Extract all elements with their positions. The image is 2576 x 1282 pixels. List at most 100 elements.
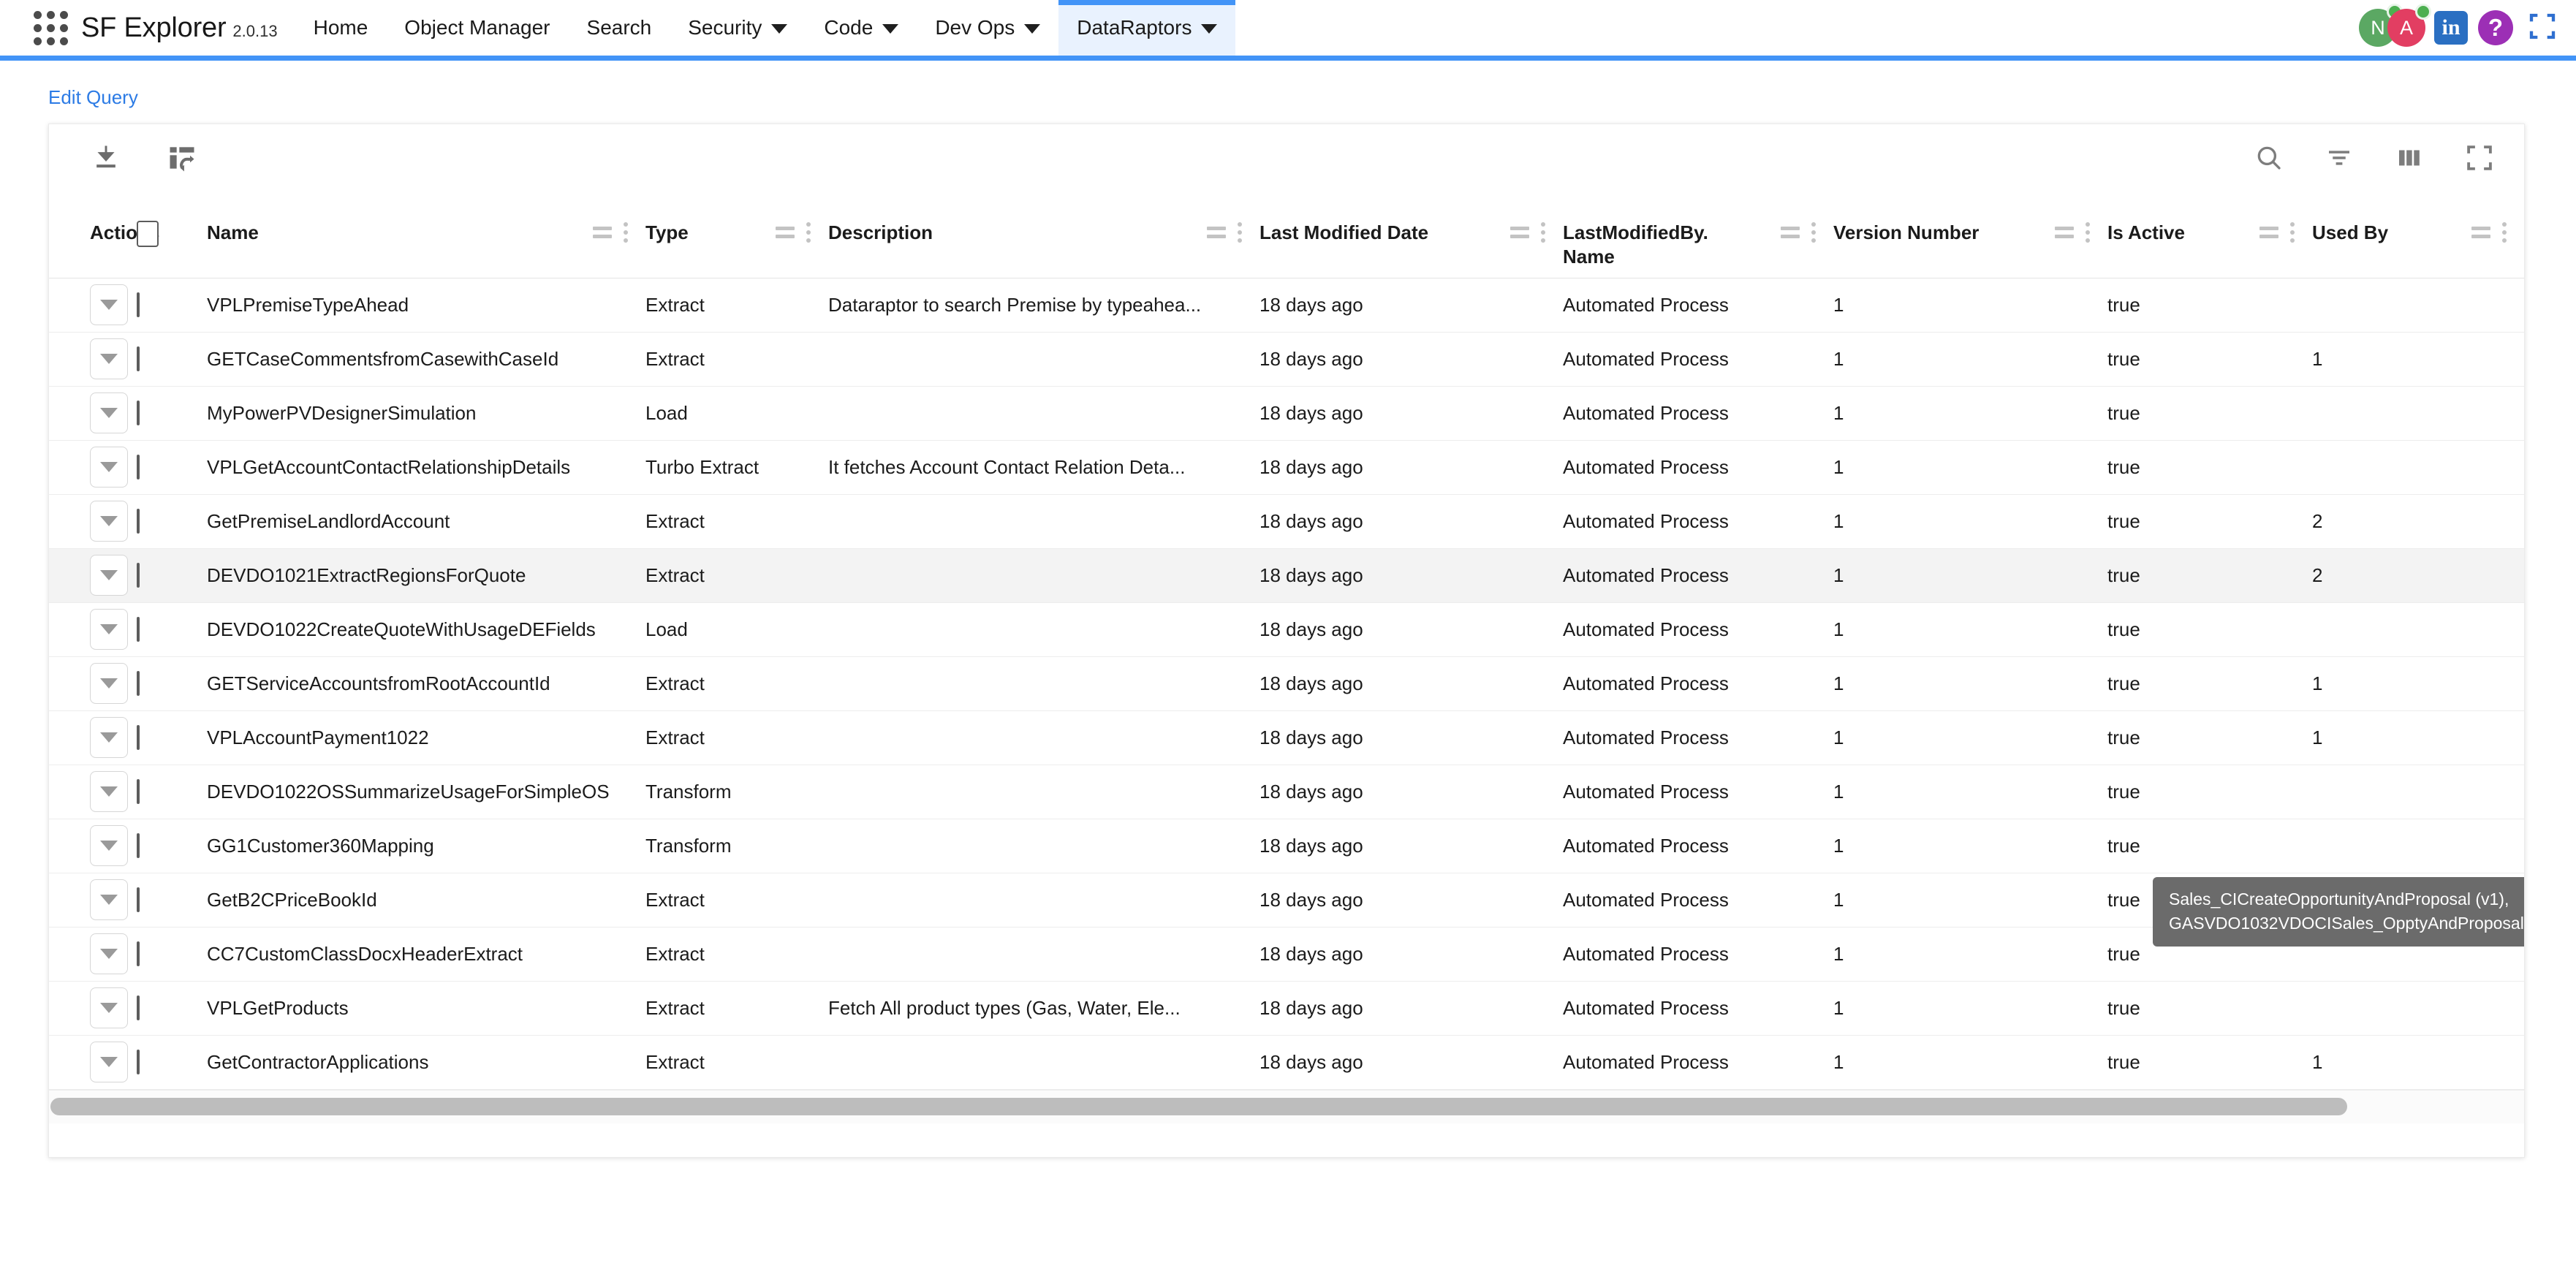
column-options-icon[interactable] xyxy=(2501,221,2508,244)
nav-item-dataraptors[interactable]: DataRaptors xyxy=(1058,0,1236,56)
row-checkbox[interactable] xyxy=(137,724,140,750)
column-options-icon[interactable] xyxy=(1810,221,1817,244)
help-icon[interactable]: ? xyxy=(2478,10,2513,45)
column-options-icon[interactable] xyxy=(1539,221,1547,244)
horizontal-scrollbar[interactable] xyxy=(49,1089,2524,1123)
row-checkbox[interactable] xyxy=(137,778,140,804)
row-actions-dropdown-button[interactable] xyxy=(90,825,128,866)
row-checkbox[interactable] xyxy=(137,400,140,425)
column-header-version-number[interactable]: Version Number xyxy=(1833,191,2107,278)
nav-item-security[interactable]: Security xyxy=(670,0,806,56)
filter-icon[interactable] xyxy=(2324,143,2355,173)
row-actions-dropdown-button[interactable] xyxy=(90,1042,128,1082)
select-all-checkbox[interactable] xyxy=(137,221,159,247)
table-row[interactable]: GETServiceAccountsfromRootAccountId Extra… xyxy=(49,656,2524,710)
column-options-icon[interactable] xyxy=(2289,221,2296,244)
sort-menu-icon[interactable] xyxy=(593,227,612,238)
sort-menu-icon[interactable] xyxy=(1510,227,1529,238)
table-row[interactable]: MyPowerPVDesignerSimulation Load 18 days a… xyxy=(49,386,2524,440)
edit-query-link[interactable]: Edit Query xyxy=(48,86,138,109)
row-checkbox[interactable] xyxy=(137,508,140,534)
column-options-icon[interactable] xyxy=(622,221,629,244)
column-header-is-active[interactable]: Is Active xyxy=(2107,191,2312,278)
table-row[interactable]: VPLGetProducts Extract Fetch All product t… xyxy=(49,981,2524,1035)
row-actions-dropdown-button[interactable] xyxy=(90,663,128,704)
fullscreen-icon[interactable] xyxy=(2528,12,2557,45)
nav-item-object-manager[interactable]: Object Manager xyxy=(386,0,568,56)
avatar-a[interactable]: A xyxy=(2387,4,2431,47)
cell-name: GG1Customer360Mapping xyxy=(207,834,434,857)
row-checkbox[interactable] xyxy=(137,670,140,696)
nav-item-home[interactable]: Home xyxy=(295,0,387,56)
row-checkbox[interactable] xyxy=(137,292,140,317)
row-checkbox[interactable] xyxy=(137,562,140,588)
row-checkbox[interactable] xyxy=(137,887,140,912)
table-row[interactable]: VPLAccountPayment1022 Extract 18 days ago A… xyxy=(49,710,2524,765)
linkedin-icon[interactable]: in xyxy=(2434,11,2468,45)
row-actions-dropdown-button[interactable] xyxy=(90,609,128,650)
cell-name: GETServiceAccountsfromRootAccountId xyxy=(207,672,550,694)
column-header-type[interactable]: Type xyxy=(645,191,828,278)
table-row[interactable]: GetPremiseLandlordAccount Extract 18 days … xyxy=(49,494,2524,548)
column-options-icon[interactable] xyxy=(805,221,812,244)
sort-menu-icon[interactable] xyxy=(2055,227,2074,238)
cell-is-active: true xyxy=(2107,401,2140,424)
nav-item-dev-ops[interactable]: Dev Ops xyxy=(917,0,1058,56)
download-icon[interactable] xyxy=(90,142,122,174)
table-row[interactable]: VPLPremiseTypeAhead Extract Dataraptor to … xyxy=(49,278,2524,332)
fullscreen-icon[interactable] xyxy=(2464,143,2495,173)
cell-last-modified-by-name: Automated Process xyxy=(1563,888,1729,911)
sort-menu-icon[interactable] xyxy=(2471,227,2490,238)
sort-menu-icon[interactable] xyxy=(1781,227,1800,238)
row-checkbox[interactable] xyxy=(137,995,140,1020)
table-row[interactable]: CC7CustomClassDocxHeaderExtract Extract 18… xyxy=(49,927,2524,981)
search-icon[interactable] xyxy=(2254,143,2284,173)
row-actions-dropdown-button[interactable] xyxy=(90,447,128,488)
row-actions-dropdown-button[interactable] xyxy=(90,987,128,1028)
sort-menu-icon[interactable] xyxy=(1207,227,1226,238)
apps-grid-icon[interactable] xyxy=(24,0,77,56)
row-checkbox[interactable] xyxy=(137,616,140,642)
row-select-cell xyxy=(137,278,207,332)
column-header-last-modified-by-name[interactable]: LastModifiedBy. Name xyxy=(1563,191,1833,278)
table-row[interactable]: DEVDO1021ExtractRegionsForQuote Extract 18… xyxy=(49,548,2524,602)
cell-last-modified-date: 18 days ago xyxy=(1259,509,1363,532)
row-checkbox[interactable] xyxy=(137,941,140,966)
table-refresh-icon[interactable] xyxy=(166,142,198,174)
row-actions-dropdown-button[interactable] xyxy=(90,392,128,433)
row-checkbox[interactable] xyxy=(137,454,140,479)
column-options-icon[interactable] xyxy=(2084,221,2091,244)
sort-menu-icon[interactable] xyxy=(776,227,795,238)
column-header-last-modified-date[interactable]: Last Modified Date xyxy=(1259,191,1563,278)
row-actions-dropdown-button[interactable] xyxy=(90,501,128,542)
row-actions-dropdown-button[interactable] xyxy=(90,555,128,596)
column-options-icon[interactable] xyxy=(1236,221,1243,244)
column-header-name[interactable]: Name xyxy=(207,191,645,278)
table-row[interactable]: VPLGetAccountContactRelationshipDetails T… xyxy=(49,440,2524,494)
columns-icon[interactable] xyxy=(2394,143,2425,173)
row-checkbox[interactable] xyxy=(137,832,140,858)
row-actions-dropdown-button[interactable] xyxy=(90,338,128,379)
row-checkbox[interactable] xyxy=(137,346,140,371)
table-row[interactable]: GETCaseCommentsfromCasewithCaseId Extract… xyxy=(49,332,2524,386)
row-checkbox[interactable] xyxy=(137,1049,140,1074)
caret-down-icon xyxy=(100,786,118,797)
column-header-used-by[interactable]: Used By xyxy=(2312,191,2524,278)
row-actions-dropdown-button[interactable] xyxy=(90,717,128,758)
column-header-description[interactable]: Description xyxy=(828,191,1259,278)
row-select-cell xyxy=(137,332,207,386)
table-row[interactable]: GetB2CPriceBookId Extract 18 days ago Autom… xyxy=(49,873,2524,927)
scrollbar-thumb[interactable] xyxy=(50,1098,2347,1115)
nav-item-code[interactable]: Code xyxy=(806,0,917,56)
row-actions-dropdown-button[interactable] xyxy=(90,284,128,325)
row-actions-dropdown-button[interactable] xyxy=(90,879,128,920)
table-row[interactable]: DEVDO1022OSSummarizeUsageForSimpleOS Tran… xyxy=(49,765,2524,819)
sort-menu-icon[interactable] xyxy=(2259,227,2278,238)
row-actions-dropdown-button[interactable] xyxy=(90,771,128,812)
row-actions-dropdown-button[interactable] xyxy=(90,933,128,974)
table-row[interactable]: GetContractorApplications Extract 18 days … xyxy=(49,1035,2524,1089)
table-row[interactable]: DEVDO1022CreateQuoteWithUsageDEFields Loa… xyxy=(49,602,2524,656)
nav-item-search[interactable]: Search xyxy=(569,0,670,56)
row-select-cell xyxy=(137,602,207,656)
table-row[interactable]: GG1Customer360Mapping Transform 18 days ag… xyxy=(49,819,2524,873)
